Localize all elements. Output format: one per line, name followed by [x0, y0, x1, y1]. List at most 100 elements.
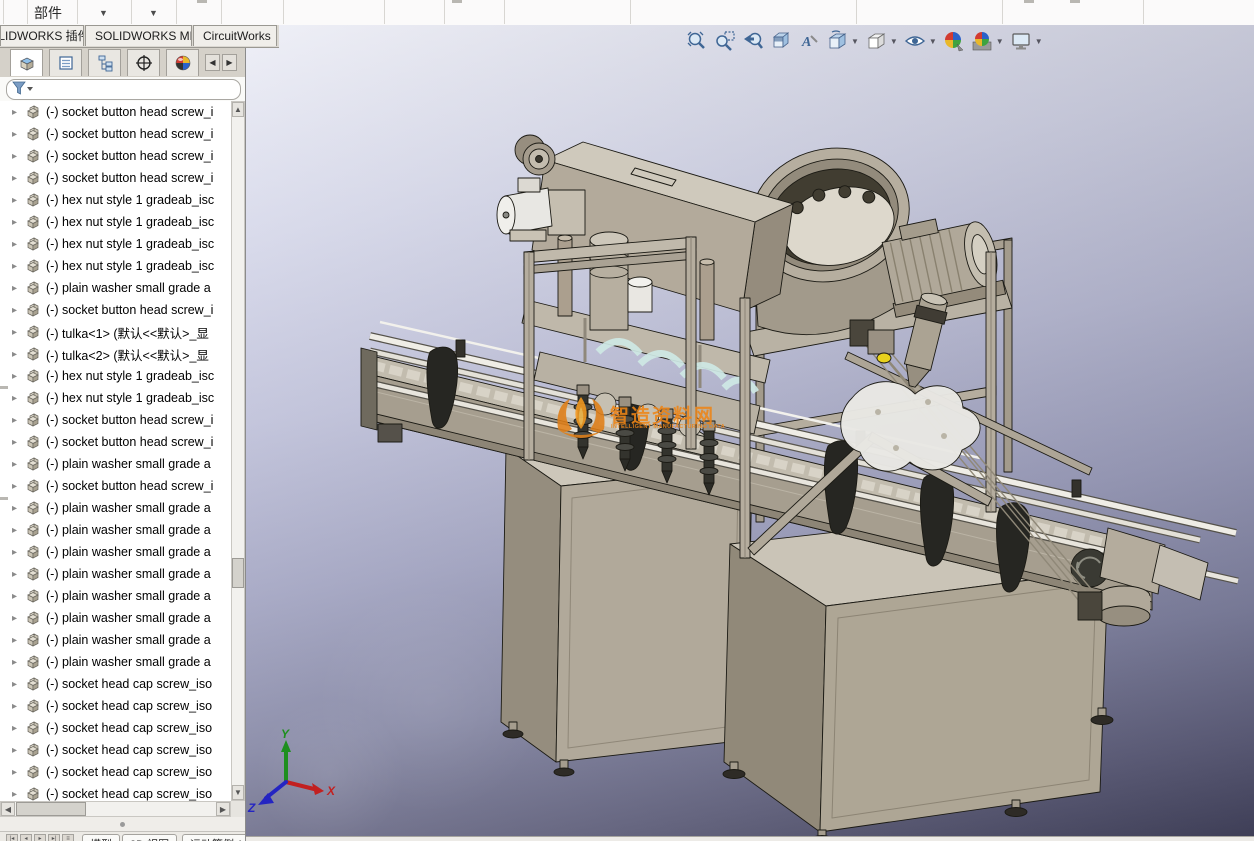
tree-item[interactable]: ▸ (-) socket head cap screw_iso [0, 761, 231, 783]
tree-item[interactable]: ▸ (-) hex nut style 1 gradeab_isc [0, 189, 231, 211]
view-settings-icon[interactable] [1009, 29, 1033, 53]
tab-propertymanager[interactable] [49, 49, 82, 76]
motion-nav-button[interactable]: ≡ [62, 834, 74, 841]
filter-input[interactable] [6, 79, 241, 100]
tree-item[interactable]: ▸ (-) plain washer small grade a [0, 563, 231, 585]
assembly-3d-model[interactable]: Y X Z [246, 25, 1254, 836]
tree-item[interactable]: ▸ (-) plain washer small grade a [0, 541, 231, 563]
tree-item[interactable]: ▸ (-) tulka<2> (默认<<默认>_显 [0, 343, 231, 365]
expand-arrow-icon[interactable]: ▸ [12, 283, 26, 294]
scroll-right-button[interactable]: ▶ [216, 802, 230, 816]
tab-configurationmanager[interactable] [88, 49, 121, 76]
expand-arrow-icon[interactable]: ▸ [12, 481, 26, 492]
expand-arrow-icon[interactable]: ▸ [12, 239, 26, 250]
expand-arrow-icon[interactable]: ▸ [12, 261, 26, 272]
panel-splitter[interactable] [0, 817, 245, 831]
expand-arrow-icon[interactable]: ▸ [12, 459, 26, 470]
tree-item[interactable]: ▸ (-) plain washer small grade a [0, 629, 231, 651]
expand-arrow-icon[interactable]: ▸ [12, 129, 26, 140]
previous-view-icon[interactable] [741, 29, 765, 53]
tree-item[interactable]: ▸ (-) plain washer small grade a [0, 453, 231, 475]
expand-arrow-icon[interactable]: ▸ [12, 635, 26, 646]
expand-arrow-icon[interactable]: ▸ [12, 327, 26, 338]
motion-nav-button[interactable]: |◂ [6, 834, 18, 841]
expand-arrow-icon[interactable]: ▸ [12, 525, 26, 536]
tab-3d-views[interactable]: 3D 视图 [122, 834, 177, 841]
motion-nav-button[interactable]: ▸ [34, 834, 46, 841]
tree-item[interactable]: ▸ (-) plain washer small grade a [0, 497, 231, 519]
hide-show-items-icon[interactable] [903, 29, 927, 53]
tree-item[interactable]: ▸ (-) socket button head screw_i [0, 145, 231, 167]
tree-item[interactable]: ▸ (-) plain washer small grade a [0, 519, 231, 541]
tree-item[interactable]: ▸ (-) hex nut style 1 gradeab_isc [0, 255, 231, 277]
graphics-viewport[interactable]: Y X Z A ▼ ▼ [246, 25, 1254, 836]
tree-item[interactable]: ▸ (-) plain washer small grade a [0, 607, 231, 629]
display-style-icon[interactable] [864, 29, 888, 53]
tree-item[interactable]: ▸ (-) socket button head screw_i [0, 431, 231, 453]
expand-arrow-icon[interactable]: ▸ [12, 569, 26, 580]
expand-arrow-icon[interactable]: ▸ [12, 657, 26, 668]
scrollbar-thumb[interactable] [16, 802, 86, 816]
tree-item[interactable]: ▸ (-) hex nut style 1 gradeab_isc [0, 233, 231, 255]
scroll-left-button[interactable]: ◀ [1, 802, 15, 816]
tab-featuremanager-design-tree[interactable] [10, 49, 43, 76]
edit-appearance-icon[interactable] [942, 29, 966, 53]
motion-nav-button[interactable]: ▸| [48, 834, 60, 841]
tree-vertical-scrollbar[interactable]: ▲ ▼ [231, 101, 245, 801]
dropdown-caret-icon[interactable]: ▼ [996, 37, 1004, 46]
tree-item[interactable]: ▸ (-) socket button head screw_i [0, 167, 231, 189]
tree-item[interactable]: ▸ (-) tulka<1> (默认<<默认>_显 [0, 321, 231, 343]
tree-item[interactable]: ▸ (-) plain washer small grade a [0, 651, 231, 673]
section-view-icon[interactable] [769, 29, 793, 53]
filter-funnel-icon[interactable] [12, 81, 34, 97]
expand-arrow-icon[interactable]: ▸ [12, 767, 26, 778]
tab-solidworks-addins[interactable]: SOLIDWORKS 插件 [0, 25, 84, 46]
dropdown-caret-icon[interactable]: ▼ [890, 37, 898, 46]
tab-displaymanager[interactable] [166, 49, 199, 76]
expand-arrow-icon[interactable]: ▸ [12, 701, 26, 712]
splitter-knob[interactable] [120, 822, 125, 827]
expand-arrow-icon[interactable]: ▸ [12, 195, 26, 206]
expand-arrow-icon[interactable]: ▸ [12, 679, 26, 690]
zoom-to-area-icon[interactable] [713, 29, 737, 53]
tree-item[interactable]: ▸ (-) hex nut style 1 gradeab_isc [0, 211, 231, 233]
panel-tab-scroll-right[interactable]: ▶ [222, 54, 237, 71]
zoom-to-fit-icon[interactable] [685, 29, 709, 53]
expand-arrow-icon[interactable]: ▸ [12, 415, 26, 426]
expand-arrow-icon[interactable]: ▸ [12, 547, 26, 558]
panel-tab-scroll-left[interactable]: ◀ [205, 54, 220, 71]
tree-item[interactable]: ▸ (-) socket head cap screw_iso [0, 695, 231, 717]
scrollbar-thumb[interactable] [232, 558, 244, 588]
apply-scene-icon[interactable] [970, 29, 994, 53]
expand-arrow-icon[interactable]: ▸ [12, 217, 26, 228]
tree-item[interactable]: ▸ (-) socket head cap screw_iso [0, 673, 231, 695]
expand-arrow-icon[interactable]: ▸ [12, 107, 26, 118]
expand-arrow-icon[interactable]: ▸ [12, 151, 26, 162]
dropdown-caret-icon[interactable]: ▼ [929, 37, 937, 46]
tab-solidworks-mbd[interactable]: SOLIDWORKS MBD [85, 25, 192, 46]
dropdown-caret-icon[interactable]: ▼ [99, 8, 108, 18]
tab-motion-study-1[interactable]: 运动算例 1 [182, 834, 245, 841]
expand-arrow-icon[interactable]: ▸ [12, 173, 26, 184]
expand-arrow-icon[interactable]: ▸ [12, 613, 26, 624]
tab-model[interactable]: 模型 [82, 834, 120, 841]
component-button[interactable]: 部件 [34, 3, 62, 23]
expand-arrow-icon[interactable]: ▸ [12, 723, 26, 734]
dropdown-caret-icon[interactable]: ▼ [149, 8, 158, 18]
tree-item[interactable]: ▸ (-) socket button head screw_i [0, 123, 231, 145]
tree-item[interactable]: ▸ (-) socket head cap screw_iso [0, 783, 231, 801]
feature-tree[interactable]: ▸ (-) socket button head screw_i [0, 101, 231, 801]
expand-arrow-icon[interactable]: ▸ [12, 437, 26, 448]
tree-item[interactable]: ▸ (-) socket button head screw_i [0, 409, 231, 431]
expand-arrow-icon[interactable]: ▸ [12, 503, 26, 514]
expand-arrow-icon[interactable]: ▸ [12, 371, 26, 382]
tree-horizontal-scrollbar[interactable]: ◀ ▶ [0, 801, 231, 817]
tree-item[interactable]: ▸ (-) socket button head screw_i [0, 475, 231, 497]
view-orientation-icon[interactable] [825, 29, 849, 53]
expand-arrow-icon[interactable]: ▸ [12, 393, 26, 404]
expand-arrow-icon[interactable]: ▸ [12, 591, 26, 602]
tree-item[interactable]: ▸ (-) plain washer small grade a [0, 277, 231, 299]
tree-item[interactable]: ▸ (-) socket head cap screw_iso [0, 739, 231, 761]
scroll-down-button[interactable]: ▼ [232, 785, 244, 800]
expand-arrow-icon[interactable]: ▸ [12, 305, 26, 316]
